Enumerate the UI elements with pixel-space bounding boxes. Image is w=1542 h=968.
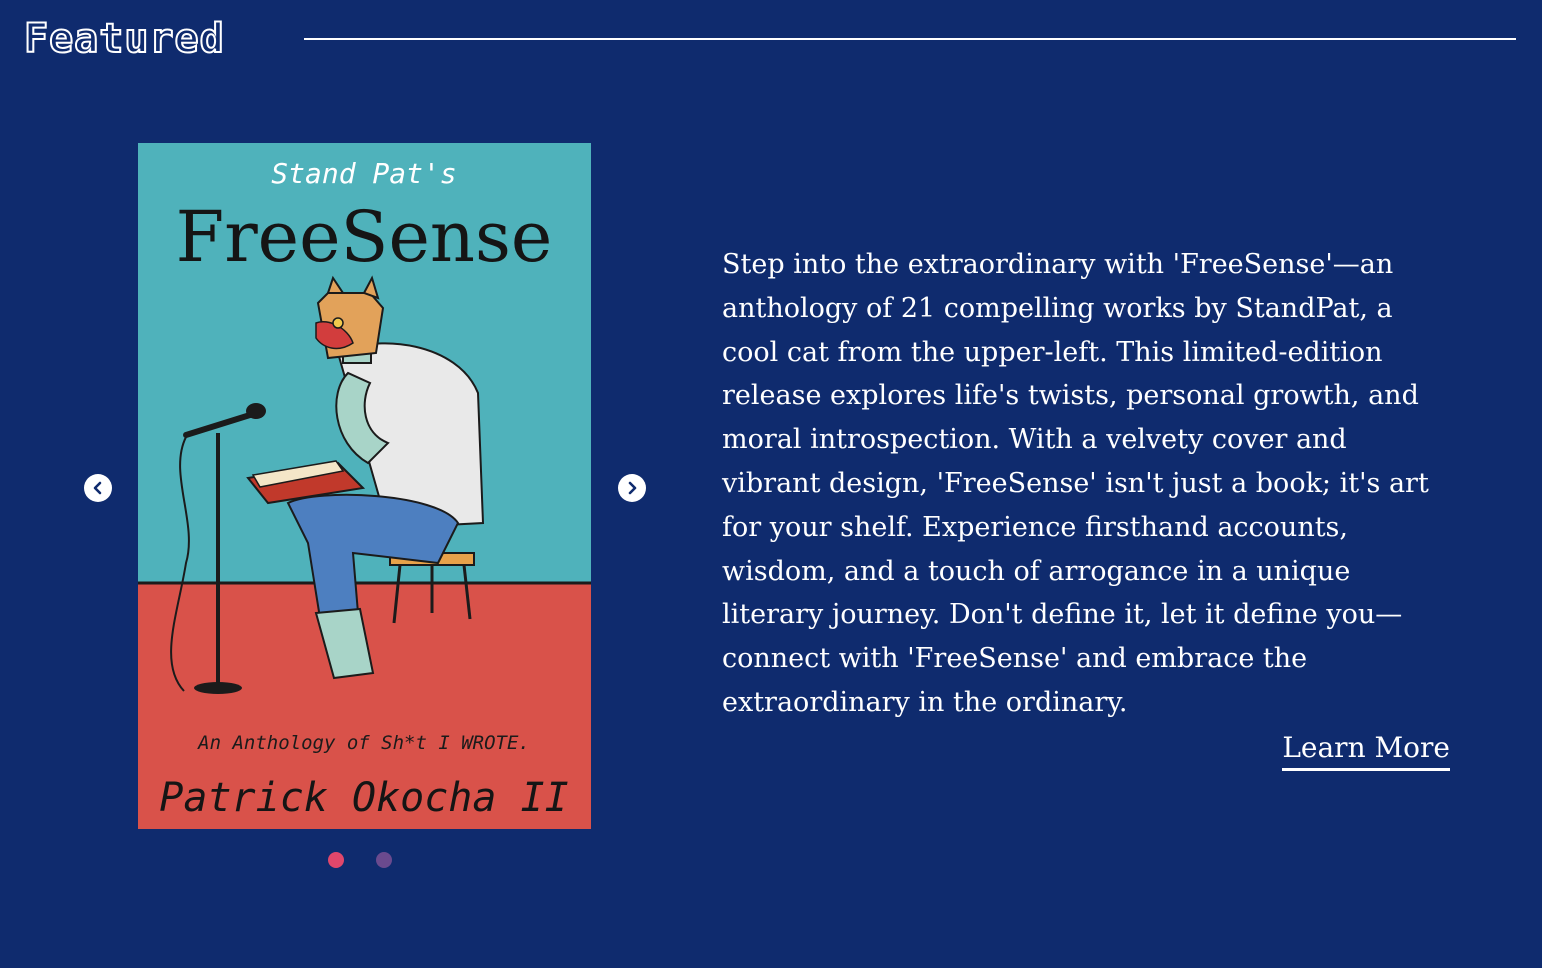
chevron-right-icon <box>625 481 639 495</box>
carousel-dot-1[interactable] <box>328 852 344 868</box>
cover-series-label: Stand Pat's <box>271 157 456 190</box>
featured-description: Step into the extraordinary with 'FreeSe… <box>722 249 1429 718</box>
cover-author: Patrick Okocha II <box>159 775 568 821</box>
chevron-left-icon <box>91 481 105 495</box>
book-carousel: Stand Pat's FreeSense An Anthology of Sh… <box>80 142 660 882</box>
carousel-next-button[interactable] <box>618 474 646 502</box>
carousel-dot-2[interactable] <box>376 852 392 868</box>
section-title: Featured <box>23 15 225 63</box>
featured-section: Featured Stand Pat's FreeSense An Anthol… <box>0 0 1542 968</box>
learn-more-link[interactable]: Learn More <box>1282 730 1450 771</box>
book-cover-image[interactable]: Stand Pat's FreeSense An Anthology of Sh… <box>138 143 591 829</box>
title-divider <box>304 38 1516 40</box>
cover-title: FreeSense <box>176 196 553 278</box>
carousel-prev-button[interactable] <box>84 474 112 502</box>
cover-subtitle: An Anthology of Sh*t I WROTE. <box>197 732 530 754</box>
carousel-pagination <box>328 852 392 868</box>
